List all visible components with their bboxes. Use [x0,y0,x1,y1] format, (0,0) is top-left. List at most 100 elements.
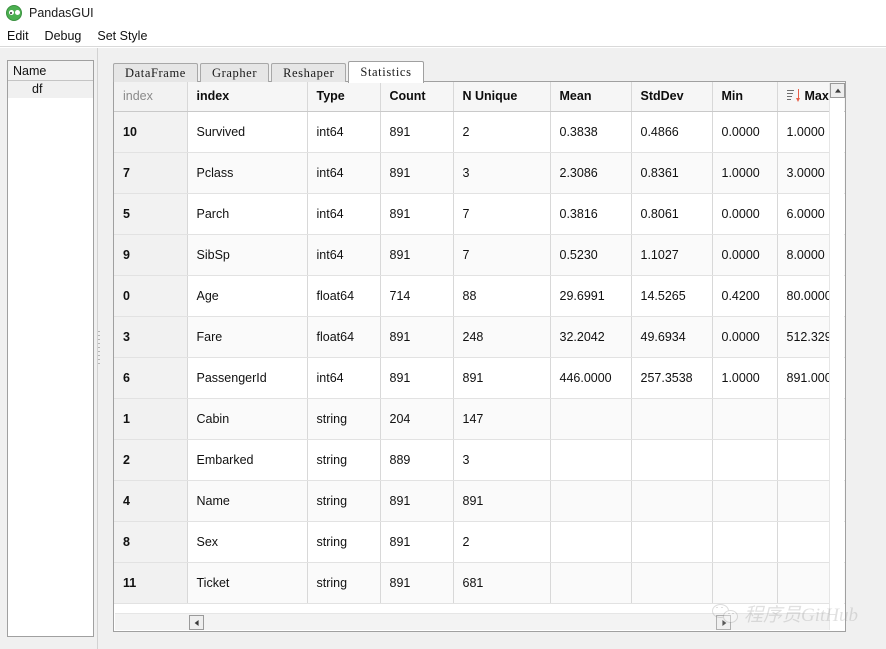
cell-type[interactable]: string [307,521,381,563]
menu-item-debug[interactable]: Debug [45,28,89,45]
cell-type[interactable]: string [307,480,381,522]
cell-name[interactable]: Name [187,480,308,522]
row-header-index[interactable]: 8 [114,521,188,563]
cell-n-unique[interactable]: 147 [453,398,551,440]
vertical-scrollbar[interactable] [829,83,845,630]
column-header-index[interactable]: index [187,82,308,112]
menu-item-set-style[interactable]: Set Style [97,28,154,45]
cell-n-unique[interactable]: 3 [453,152,551,194]
tab-reshaper[interactable]: Reshaper [271,63,347,82]
column-header-mean[interactable]: Mean [550,82,632,112]
cell-type[interactable]: string [307,562,381,604]
cell-min[interactable]: 1.0000 [712,152,778,194]
name-tree[interactable]: Name df [7,60,94,637]
row-header-index[interactable]: 0 [114,275,188,317]
cell-type[interactable]: string [307,398,381,440]
table-row[interactable]: 10 Survived int64 891 2 0.3838 0.4866 0.0000 1.0… [114,111,845,153]
cell-n-unique[interactable]: 891 [453,357,551,399]
cell-min[interactable]: 0.0000 [712,234,778,276]
cell-type[interactable]: int64 [307,234,381,276]
column-header-type[interactable]: Type [307,82,381,112]
cell-stddev[interactable] [631,439,713,481]
row-header-index[interactable]: 7 [114,152,188,194]
cell-name[interactable]: Sex [187,521,308,563]
cell-type[interactable]: string [307,439,381,481]
cell-stddev[interactable] [631,480,713,522]
cell-n-unique[interactable]: 681 [453,562,551,604]
cell-count[interactable]: 891 [380,562,454,604]
cell-type[interactable]: int64 [307,357,381,399]
table-corner-header[interactable]: index [114,82,188,112]
scroll-left-arrow-icon[interactable] [189,615,204,630]
cell-mean[interactable] [550,398,632,440]
cell-min[interactable] [712,439,778,481]
table-row[interactable]: 9 SibSp int64 891 7 0.5230 1.1027 0.0000 8.0000 [114,234,845,276]
cell-count[interactable]: 891 [380,111,454,153]
cell-type[interactable]: float64 [307,275,381,317]
cell-stddev[interactable]: 0.8361 [631,152,713,194]
cell-count[interactable]: 204 [380,398,454,440]
cell-count[interactable]: 891 [380,357,454,399]
cell-name[interactable]: PassengerId [187,357,308,399]
row-header-index[interactable]: 5 [114,193,188,235]
cell-n-unique[interactable]: 2 [453,111,551,153]
row-header-index[interactable]: 11 [114,562,188,604]
cell-stddev[interactable]: 14.5265 [631,275,713,317]
cell-n-unique[interactable]: 88 [453,275,551,317]
horizontal-scrollbar[interactable] [115,613,829,630]
row-header-index[interactable]: 2 [114,439,188,481]
cell-count[interactable]: 891 [380,152,454,194]
cell-count[interactable]: 891 [380,521,454,563]
cell-name[interactable]: Pclass [187,152,308,194]
cell-type[interactable]: float64 [307,316,381,358]
scroll-up-arrow-icon[interactable] [830,83,845,98]
sidebar-item-df[interactable]: df [8,81,93,98]
cell-stddev[interactable]: 0.8061 [631,193,713,235]
cell-min[interactable]: 0.0000 [712,193,778,235]
cell-stddev[interactable] [631,562,713,604]
cell-count[interactable]: 891 [380,316,454,358]
cell-n-unique[interactable]: 2 [453,521,551,563]
column-header-n-unique[interactable]: N Unique [453,82,551,112]
cell-min[interactable] [712,398,778,440]
table-row[interactable]: 0 Age float64 714 88 29.6991 14.5265 0.4200 80.0… [114,275,845,317]
row-header-index[interactable]: 3 [114,316,188,358]
column-header-min[interactable]: Min [712,82,778,112]
cell-n-unique[interactable]: 7 [453,234,551,276]
row-header-index[interactable]: 10 [114,111,188,153]
cell-name[interactable]: Ticket [187,562,308,604]
cell-type[interactable]: int64 [307,111,381,153]
cell-n-unique[interactable]: 7 [453,193,551,235]
cell-min[interactable] [712,480,778,522]
cell-count[interactable]: 891 [380,234,454,276]
cell-name[interactable]: Age [187,275,308,317]
cell-min[interactable]: 0.4200 [712,275,778,317]
table-row[interactable]: 5 Parch int64 891 7 0.3816 0.8061 0.0000 6.0000 [114,193,845,235]
table-row[interactable]: 1 Cabin string 204 147 [114,398,845,440]
cell-n-unique[interactable]: 891 [453,480,551,522]
cell-name[interactable]: Fare [187,316,308,358]
cell-min[interactable]: 0.0000 [712,111,778,153]
cell-mean[interactable]: 0.3838 [550,111,632,153]
name-tree-header[interactable]: Name [8,61,93,81]
cell-count[interactable]: 714 [380,275,454,317]
cell-n-unique[interactable]: 3 [453,439,551,481]
cell-stddev[interactable]: 257.3538 [631,357,713,399]
cell-stddev[interactable] [631,398,713,440]
splitter-handle[interactable] [94,48,105,649]
table-row[interactable]: 2 Embarked string 889 3 [114,439,845,481]
column-header-count[interactable]: Count [380,82,454,112]
table-row[interactable]: 7 Pclass int64 891 3 2.3086 0.8361 1.0000 3.0000 [114,152,845,194]
table-row[interactable]: 11 Ticket string 891 681 [114,562,845,604]
cell-min[interactable]: 1.0000 [712,357,778,399]
cell-count[interactable]: 891 [380,193,454,235]
cell-mean[interactable]: 446.0000 [550,357,632,399]
cell-mean[interactable]: 0.3816 [550,193,632,235]
cell-mean[interactable]: 2.3086 [550,152,632,194]
cell-name[interactable]: Cabin [187,398,308,440]
cell-mean[interactable]: 29.6991 [550,275,632,317]
cell-name[interactable]: Embarked [187,439,308,481]
table-row[interactable]: 8 Sex string 891 2 [114,521,845,563]
scroll-right-arrow-icon[interactable] [716,615,731,630]
table-row[interactable]: 4 Name string 891 891 [114,480,845,522]
